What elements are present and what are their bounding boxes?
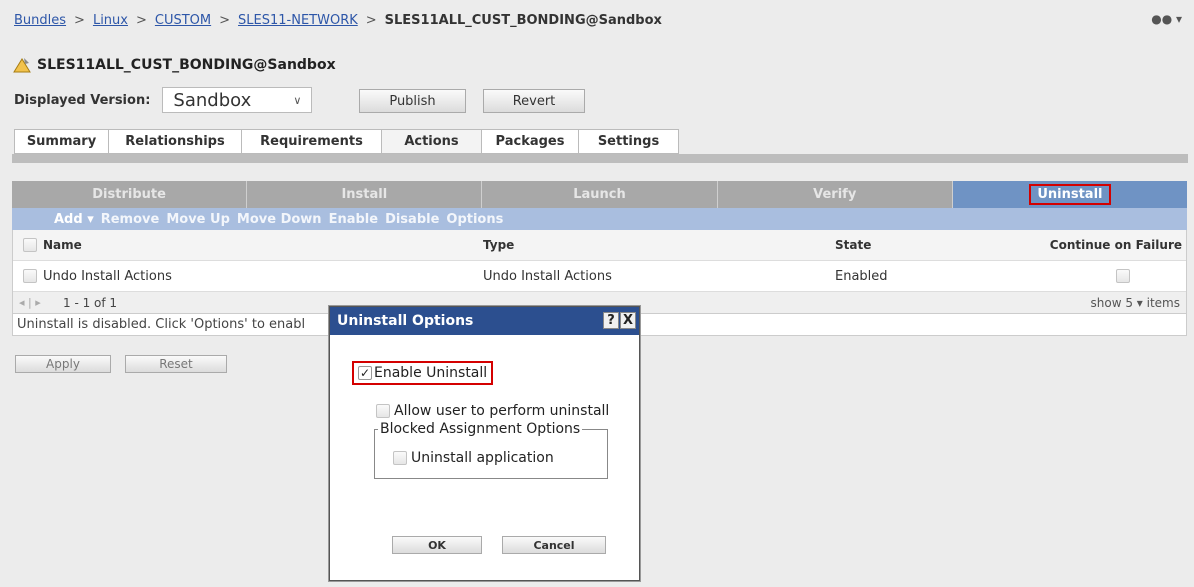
action-tab-verify[interactable]: Verify <box>718 181 953 208</box>
action-tab-distribute[interactable]: Distribute <box>12 181 248 208</box>
breadcrumb-current: SLES11ALL_CUST_BONDING@Sandbox <box>384 13 662 28</box>
breadcrumb-custom[interactable]: CUSTOM <box>155 13 211 28</box>
dialog-title-bar[interactable]: Uninstall Options ? X <box>330 307 639 335</box>
row-type: Undo Install Actions <box>483 268 612 284</box>
view-options-menu[interactable]: ●● ▾ <box>1151 12 1182 26</box>
enable-button[interactable]: Enable <box>329 212 379 227</box>
pager-range: 1 - 1 of 1 <box>63 295 118 310</box>
reset-button[interactable]: Reset <box>125 355 227 373</box>
table-row[interactable]: Undo Install Actions Undo Install Action… <box>13 261 1186 292</box>
breadcrumb-separator: > <box>135 13 147 28</box>
ok-button[interactable]: OK <box>392 536 482 554</box>
apply-button[interactable]: Apply <box>15 355 111 373</box>
chevron-down-icon: ∨ <box>293 93 302 107</box>
select-all-checkbox[interactable] <box>23 238 37 252</box>
column-state[interactable]: State <box>835 238 871 252</box>
uninstall-application-checkbox[interactable] <box>393 451 407 465</box>
revert-button[interactable]: Revert <box>483 89 585 113</box>
allow-user-uninstall-option[interactable]: Allow user to perform uninstall <box>376 403 609 419</box>
disable-button[interactable]: Disable <box>385 212 439 227</box>
options-button[interactable]: Options <box>446 212 503 227</box>
action-tabs: Distribute Install Launch Verify Uninsta… <box>12 181 1188 208</box>
page-title: SLES11ALL_CUST_BONDING@Sandbox <box>12 56 336 74</box>
breadcrumb-linux[interactable]: Linux <box>93 13 128 28</box>
enable-uninstall-label: Enable Uninstall <box>374 365 488 381</box>
version-row: Displayed Version: Sandbox ∨ <box>14 87 313 113</box>
breadcrumb-sles11-network[interactable]: SLES11-NETWORK <box>238 13 358 28</box>
breadcrumb-separator: > <box>219 13 231 28</box>
row-state: Enabled <box>835 268 888 284</box>
tab-actions[interactable]: Actions <box>381 129 481 154</box>
main-tabs: Summary Relationships Requirements Actio… <box>14 129 679 154</box>
action-toolbar: Add ▾ Remove Move Up Move Down Enable Di… <box>12 208 1187 230</box>
pager-nav[interactable]: ◂ | ▸ <box>19 296 41 309</box>
action-tab-uninstall-label: Uninstall <box>1029 184 1111 205</box>
displayed-version-select[interactable]: Sandbox ∨ <box>162 87 313 113</box>
row-continue-on-failure-checkbox[interactable] <box>1116 269 1130 283</box>
action-tab-launch[interactable]: Launch <box>482 181 718 208</box>
displayed-version-value: Sandbox <box>173 89 252 111</box>
allow-user-uninstall-checkbox[interactable] <box>376 404 390 418</box>
breadcrumb-separator: > <box>74 13 85 28</box>
column-name[interactable]: Name <box>43 238 82 252</box>
blocked-assignment-options: Blocked Assignment Options Uninstall app… <box>374 421 608 479</box>
enable-uninstall-checkbox[interactable]: ✓ <box>358 366 372 380</box>
tab-requirements[interactable]: Requirements <box>241 129 381 154</box>
column-type[interactable]: Type <box>483 238 514 252</box>
breadcrumb-bundles[interactable]: Bundles <box>14 13 66 28</box>
row-checkbox[interactable] <box>23 269 37 283</box>
row-name: Undo Install Actions <box>43 268 172 284</box>
tab-relationships[interactable]: Relationships <box>108 129 241 154</box>
displayed-version-label: Displayed Version: <box>14 92 151 108</box>
enable-uninstall-option[interactable]: ✓ Enable Uninstall <box>352 361 494 385</box>
page-title-text: SLES11ALL_CUST_BONDING@Sandbox <box>37 57 336 73</box>
breadcrumb: Bundles > Linux > CUSTOM > SLES11-NETWORK > SLES… <box>14 13 662 28</box>
tab-packages[interactable]: Packages <box>481 129 578 154</box>
tab-divider <box>12 154 1188 163</box>
dialog-title: Uninstall Options <box>337 313 474 329</box>
close-icon[interactable]: X <box>620 312 636 329</box>
grid-header: Name Type State Continue on Failure <box>13 230 1186 261</box>
bundle-icon <box>13 58 31 73</box>
move-down-button[interactable]: Move Down <box>237 212 322 227</box>
uninstall-application-option[interactable]: Uninstall application <box>393 450 554 466</box>
column-continue-on-failure[interactable]: Continue on Failure <box>1050 238 1182 252</box>
help-icon[interactable]: ? <box>603 312 619 329</box>
uninstall-options-dialog: Uninstall Options ? X ✓ Enable Uninstall… <box>329 306 640 581</box>
allow-user-uninstall-label: Allow user to perform uninstall <box>394 403 610 419</box>
add-menu-button[interactable]: Add ▾ <box>54 212 94 227</box>
remove-button[interactable]: Remove <box>101 212 160 227</box>
move-up-button[interactable]: Move Up <box>166 212 230 227</box>
breadcrumb-separator: > <box>365 13 377 28</box>
dialog-controls: ? X <box>603 312 636 329</box>
uninstall-application-label: Uninstall application <box>411 450 554 466</box>
action-tab-install[interactable]: Install <box>247 181 483 208</box>
publish-button[interactable]: Publish <box>359 89 466 113</box>
cancel-button[interactable]: Cancel <box>502 536 606 554</box>
page-size-select[interactable]: show 5 ▾ items <box>1091 296 1180 310</box>
blocked-assignment-legend: Blocked Assignment Options <box>378 421 583 437</box>
tab-summary[interactable]: Summary <box>14 129 108 154</box>
action-tab-uninstall[interactable]: Uninstall <box>952 181 1188 208</box>
tab-settings[interactable]: Settings <box>578 129 679 154</box>
